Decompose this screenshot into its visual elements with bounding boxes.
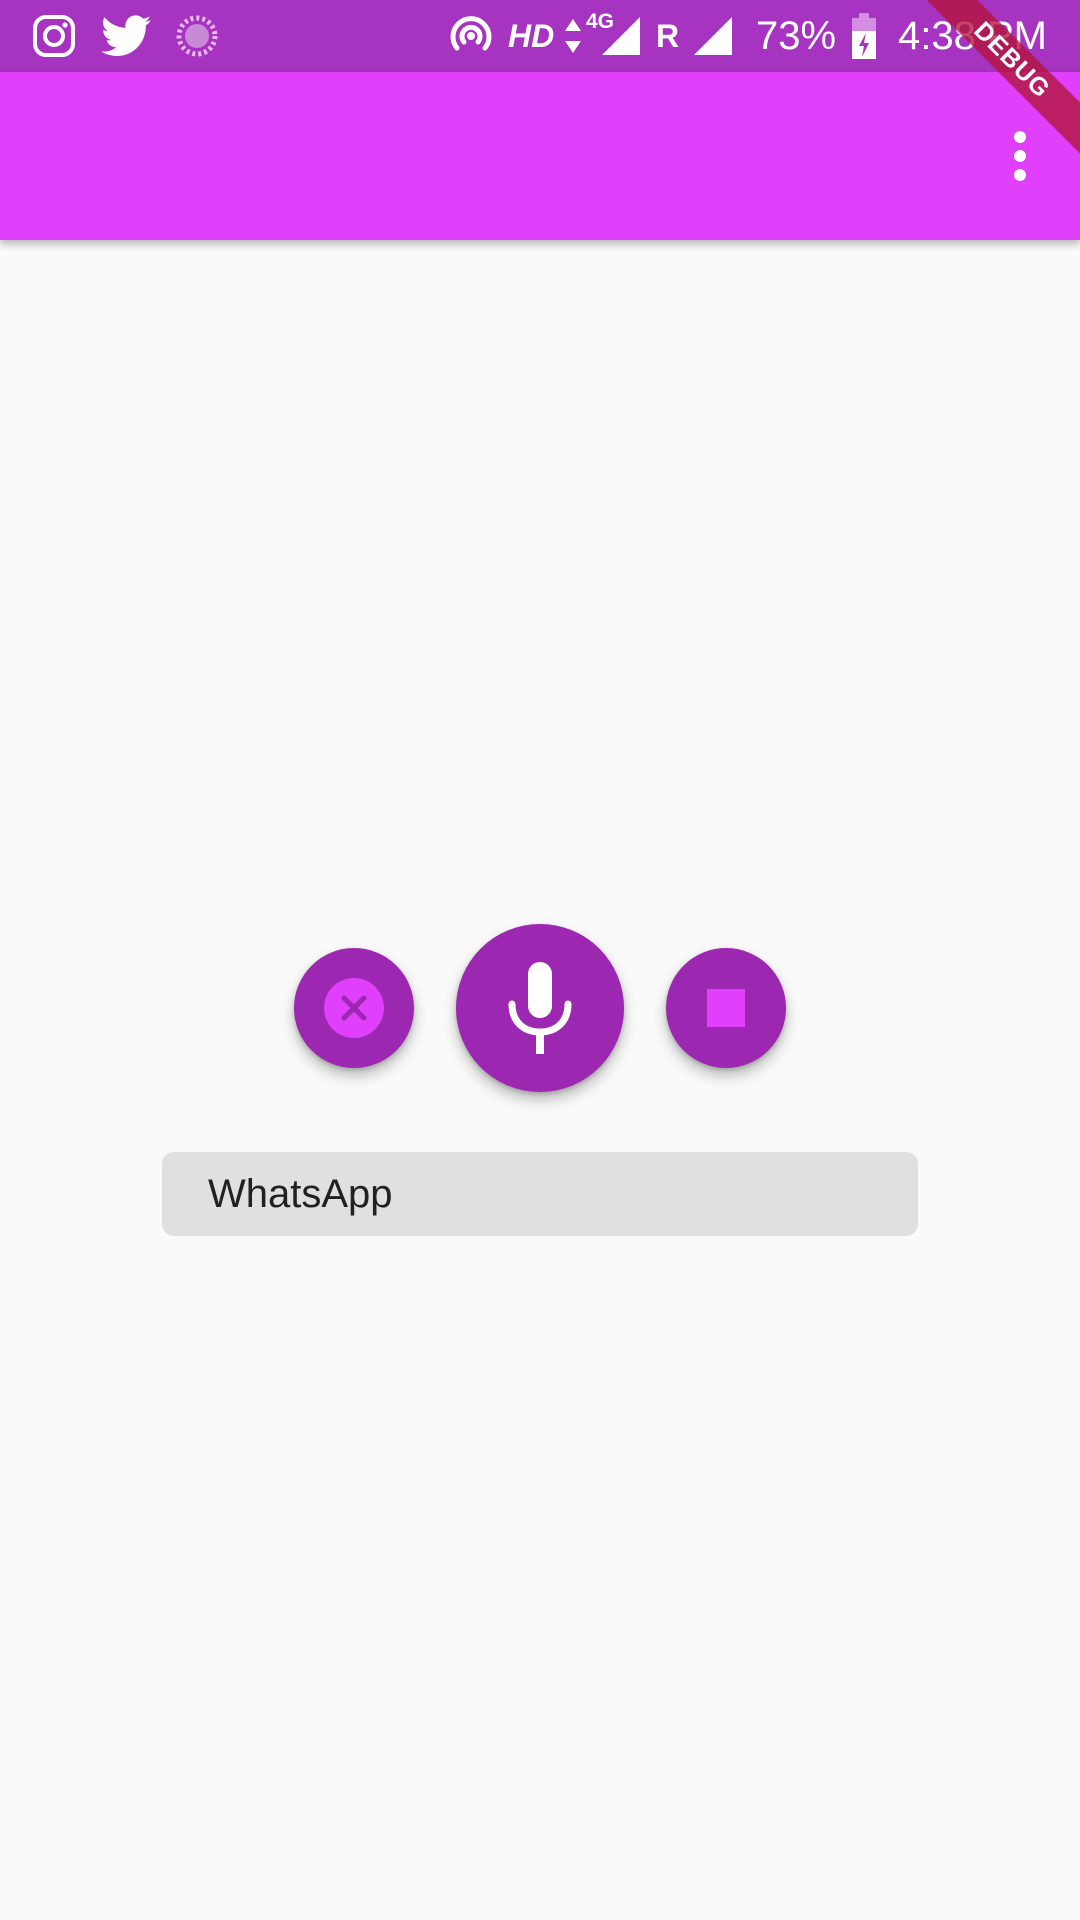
- battery-charging-icon: [850, 0, 878, 72]
- recognized-text-box: WhatsApp: [162, 1152, 918, 1236]
- cancel-icon: [324, 978, 384, 1038]
- more-vert-icon[interactable]: [988, 120, 1052, 192]
- battery-percent: 73%: [756, 13, 837, 58]
- signal-icon: [692, 0, 734, 72]
- loading-icon: [174, 0, 220, 72]
- roaming-label: R: [656, 17, 680, 54]
- hotspot-icon: [446, 0, 496, 72]
- instagram-icon: [30, 0, 78, 72]
- microphone-button[interactable]: [456, 924, 624, 1092]
- app-bar: [0, 72, 1080, 240]
- status-time: 4:38 PM: [898, 13, 1047, 58]
- stop-icon: [707, 989, 745, 1027]
- signal-icon: [600, 0, 642, 72]
- twitter-icon: [100, 0, 152, 72]
- hd-label: HD: [508, 17, 555, 54]
- microphone-icon: [504, 960, 576, 1056]
- status-bar: HD 4G R 73% 4:38 PM: [0, 0, 1080, 72]
- app-screen: HD 4G R 73% 4:38 PM DEBUG WhatsApp: [0, 0, 1080, 1920]
- stop-button[interactable]: [666, 948, 786, 1068]
- recognized-text: WhatsApp: [208, 1171, 393, 1216]
- data-arrows-icon: [562, 0, 584, 72]
- cancel-button[interactable]: [294, 948, 414, 1068]
